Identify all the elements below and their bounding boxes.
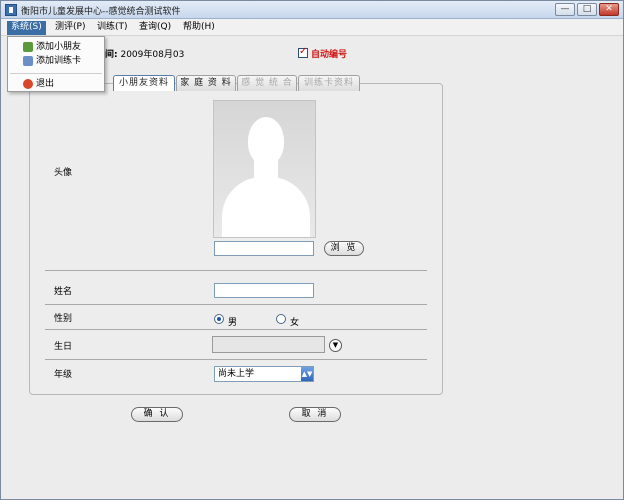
cancel-button[interactable]: 取 消	[289, 407, 341, 422]
menu-add-child-label: 添加小朋友	[36, 42, 82, 52]
grade-label: 年级	[54, 370, 73, 380]
tab-family-info[interactable]: 家 庭 资 料	[176, 75, 236, 91]
browse-button[interactable]: 浏 览	[324, 241, 364, 256]
grade-select-value: 尚未上学	[218, 369, 255, 379]
birthday-field[interactable]	[212, 336, 325, 353]
grade-select[interactable]: 尚未上学 ▲▼	[214, 366, 314, 382]
menu-training[interactable]: 训练(T)	[93, 21, 132, 35]
menu-system[interactable]: 系统(S)	[7, 21, 46, 35]
child-add-icon	[23, 42, 33, 52]
menu-exit[interactable]: 退出	[10, 77, 102, 91]
chevron-down-icon[interactable]: ▼	[329, 339, 342, 352]
menu-assess[interactable]: 测评(P)	[51, 21, 89, 35]
menu-add-child[interactable]: 添加小朋友	[10, 40, 102, 54]
menu-add-training-card-label: 添加训练卡	[36, 56, 82, 66]
maximize-button[interactable]: □	[577, 3, 597, 16]
card-add-icon	[23, 56, 33, 66]
gender-male-label: 男	[228, 318, 238, 328]
chevron-updown-icon: ▲▼	[301, 367, 313, 381]
photo-path-field[interactable]	[214, 241, 314, 256]
app-icon	[5, 4, 17, 16]
divider	[45, 359, 427, 360]
auto-number-checkbox[interactable]	[298, 46, 308, 58]
exit-icon	[23, 79, 33, 89]
avatar-label: 头像	[54, 168, 73, 178]
menu-help[interactable]: 帮助(H)	[179, 21, 219, 35]
divider	[45, 270, 427, 271]
system-menu-dropdown: 添加小朋友 添加训练卡 退出	[7, 36, 105, 92]
gender-female-label: 女	[290, 318, 300, 328]
close-button[interactable]: ✕	[599, 3, 619, 16]
menu-exit-label: 退出	[36, 79, 55, 89]
avatar-photo	[213, 100, 316, 238]
tab-sensory-integration[interactable]: 感 觉 统 合	[237, 75, 297, 91]
window-title: 衡阳市儿童发展中心--感觉统合测试软件	[21, 7, 181, 17]
title-bar: 衡阳市儿童发展中心--感觉统合测试软件 — □ ✕	[1, 1, 623, 19]
minimize-button[interactable]: —	[555, 3, 575, 16]
auto-number-option[interactable]: 自动编号	[298, 46, 348, 60]
menu-separator	[10, 73, 102, 74]
tab-training-card[interactable]: 训练卡资料	[298, 75, 360, 91]
name-label: 姓名	[54, 287, 73, 297]
name-input[interactable]	[214, 283, 314, 298]
divider	[45, 304, 427, 305]
gender-male-radio[interactable]	[214, 314, 224, 324]
divider	[45, 329, 427, 330]
menu-query[interactable]: 查询(Q)	[135, 21, 175, 35]
app-window: 衡阳市儿童发展中心--感觉统合测试软件 — □ ✕ 系统(S) 测评(P) 训练…	[0, 0, 624, 500]
confirm-button[interactable]: 确 认	[131, 407, 183, 422]
auto-number-label: 自动编号	[311, 50, 348, 60]
gender-female-radio[interactable]	[276, 314, 286, 324]
silhouette-shoulders	[222, 177, 310, 237]
tab-child-info[interactable]: 小朋友资料	[113, 75, 175, 91]
silhouette-head	[248, 117, 284, 165]
menu-bar: 系统(S) 测评(P) 训练(T) 查询(Q) 帮助(H)	[1, 19, 623, 36]
birthday-label: 生日	[54, 342, 73, 352]
menu-add-training-card[interactable]: 添加训练卡	[10, 54, 102, 68]
gender-label: 性别	[54, 314, 73, 324]
date-value: 2009年08月03	[120, 50, 185, 60]
